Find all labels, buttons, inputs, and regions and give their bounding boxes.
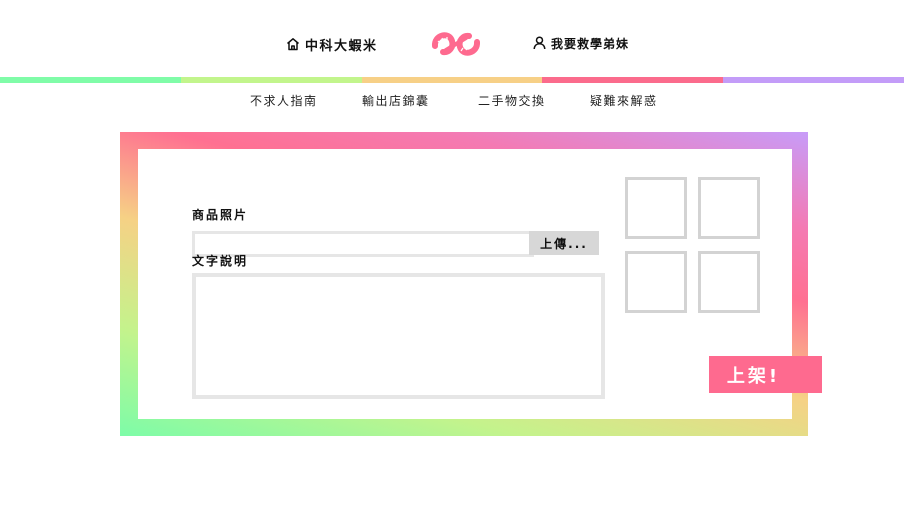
description-textarea[interactable] bbox=[192, 273, 605, 399]
site-header: 中科大蝦米 我要救學弟妹 bbox=[0, 0, 904, 78]
divider-segment bbox=[180, 77, 362, 83]
photo-thumbnail-slot[interactable] bbox=[625, 177, 687, 239]
user-icon bbox=[533, 36, 546, 50]
photo-thumbnail-slot[interactable] bbox=[698, 177, 760, 239]
description-label: 文字說明 bbox=[192, 254, 249, 268]
home-link-label: 中科大蝦米 bbox=[305, 38, 378, 54]
photo-thumbnail-slot[interactable] bbox=[625, 251, 687, 313]
gradient-frame: 商品照片 上傳... 文字說明 bbox=[120, 132, 808, 436]
divider-segment bbox=[361, 77, 543, 83]
nav-item-print-shops[interactable]: 輸出店錦囊 bbox=[362, 92, 430, 109]
nav-item-second-hand[interactable]: 二手物交換 bbox=[478, 92, 546, 109]
user-link[interactable]: 我要救學弟妹 bbox=[533, 33, 629, 53]
home-icon bbox=[287, 38, 299, 51]
photo-thumbnail-slot[interactable] bbox=[698, 251, 760, 313]
shrimp-logo-icon[interactable] bbox=[431, 29, 481, 59]
divider-segment bbox=[723, 77, 904, 83]
main-nav: 不求人指南 輸出店錦囊 二手物交換 疑難來解惑 bbox=[0, 92, 904, 114]
rainbow-divider bbox=[0, 77, 904, 83]
nav-item-qa[interactable]: 疑難來解惑 bbox=[590, 92, 658, 109]
divider-segment bbox=[0, 77, 181, 83]
publish-button[interactable]: 上架! bbox=[709, 356, 822, 393]
upload-button[interactable]: 上傳... bbox=[529, 231, 599, 255]
nav-item-guide[interactable]: 不求人指南 bbox=[250, 92, 318, 109]
home-link[interactable]: 中科大蝦米 bbox=[286, 34, 378, 54]
photo-label: 商品照片 bbox=[192, 208, 249, 222]
listing-form-panel: 商品照片 上傳... 文字說明 bbox=[138, 149, 792, 419]
user-link-label: 我要救學弟妹 bbox=[551, 36, 630, 51]
divider-segment bbox=[542, 77, 724, 83]
